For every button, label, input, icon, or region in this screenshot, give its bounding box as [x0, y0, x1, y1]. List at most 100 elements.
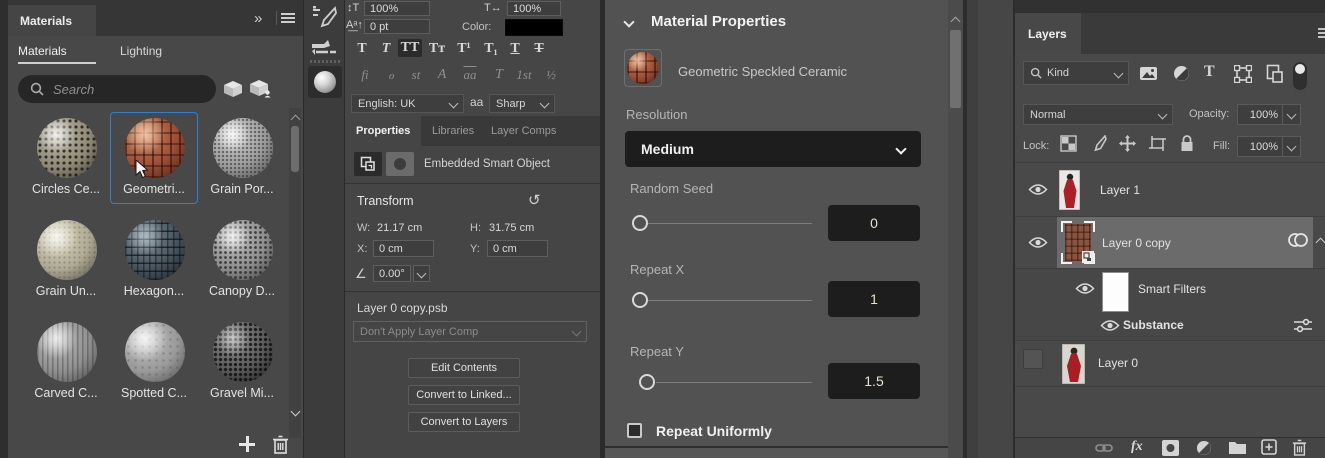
- layer-thumbnail[interactable]: [1062, 344, 1085, 384]
- random-seed-slider-track[interactable]: [648, 223, 812, 224]
- titling-alternates-button[interactable]: T: [491, 67, 507, 83]
- filter-type-layers-icon[interactable]: T: [1204, 63, 1215, 81]
- panel-menu-icon[interactable]: [281, 13, 295, 23]
- new-material-icon[interactable]: [249, 79, 272, 98]
- adjustment-layer-icon[interactable]: [1196, 440, 1212, 456]
- mask-type-button[interactable]: [386, 152, 414, 176]
- material-item[interactable]: Carved C...: [22, 316, 110, 408]
- angle-input[interactable]: 0.00°: [373, 265, 411, 282]
- opacity-input[interactable]: 100%: [1237, 104, 1283, 125]
- all-caps-button[interactable]: TT: [398, 39, 422, 57]
- add-mask-icon[interactable]: [1162, 440, 1179, 456]
- random-seed-slider-knob[interactable]: [632, 215, 648, 231]
- tab-properties[interactable]: Properties: [345, 116, 421, 146]
- material-item[interactable]: Spotted C...: [110, 316, 198, 408]
- horizontal-scale-input[interactable]: 100%: [507, 1, 561, 16]
- visibility-eye-icon[interactable]: [1100, 319, 1120, 332]
- repeat-uniformly-checkbox[interactable]: [627, 423, 642, 438]
- lock-pixels-brush-icon[interactable]: [1090, 135, 1107, 152]
- tab-lighting[interactable]: Lighting: [120, 44, 162, 58]
- strikethrough-button[interactable]: T: [530, 41, 548, 57]
- lock-artboard-icon[interactable]: [1148, 135, 1167, 152]
- repeat-x-slider-knob[interactable]: [632, 292, 648, 308]
- collapse-panel-icon[interactable]: »: [254, 10, 260, 27]
- tab-libraries[interactable]: Libraries: [421, 116, 485, 146]
- material-item[interactable]: Circles Ce...: [22, 112, 110, 204]
- material-preview-thumbnail[interactable]: [624, 49, 662, 87]
- ordinals-button[interactable]: 1st: [512, 67, 536, 83]
- layer-row-layer1[interactable]: Layer 1: [1015, 163, 1325, 216]
- underline-button[interactable]: T: [506, 41, 524, 57]
- swash-button[interactable]: A: [433, 67, 451, 83]
- layers-panel-menu-icon[interactable]: [1318, 28, 1325, 38]
- search-input[interactable]: Search: [18, 75, 216, 103]
- opacity-dropdown-button[interactable]: [1283, 104, 1301, 125]
- angle-dropdown-button[interactable]: [413, 265, 430, 282]
- layer-filter-kind-select[interactable]: Kind: [1023, 61, 1129, 85]
- filter-toggle[interactable]: [1293, 62, 1307, 90]
- y-input[interactable]: 0 cm: [487, 240, 548, 257]
- new-group-folder-icon[interactable]: [1228, 440, 1247, 455]
- lock-transparency-icon[interactable]: [1060, 135, 1077, 152]
- antialias-select[interactable]: Sharp: [489, 94, 555, 113]
- repeat-x-input[interactable]: 1: [828, 281, 920, 317]
- collapse-filters-icon[interactable]: [1316, 238, 1325, 248]
- new-layer-icon[interactable]: [1261, 439, 1277, 455]
- filter-adjustment-layers-icon[interactable]: [1173, 65, 1190, 82]
- repeat-y-slider-track[interactable]: [656, 382, 812, 383]
- filter-settings-sliders-icon[interactable]: [1293, 318, 1313, 333]
- superscript-button[interactable]: T¹: [453, 41, 475, 57]
- discretionary-ligatures-button[interactable]: st: [407, 67, 425, 83]
- language-select[interactable]: English: UK: [351, 94, 464, 113]
- vertical-scale-input[interactable]: 100%: [364, 1, 430, 16]
- small-caps-button[interactable]: Tᴛ: [426, 41, 448, 57]
- brush-settings-icon[interactable]: [311, 6, 337, 30]
- contextual-alternates-button[interactable]: ℴ: [383, 67, 399, 83]
- material-library-icon[interactable]: [222, 80, 244, 98]
- filter-smart-objects-icon[interactable]: [1266, 64, 1283, 83]
- subscript-button[interactable]: T₁: [480, 41, 502, 57]
- layer-style-fx-icon[interactable]: fx: [1131, 439, 1143, 455]
- substance-filter-row[interactable]: Substance: [1015, 313, 1325, 340]
- edit-contents-button[interactable]: Edit Contents: [408, 358, 520, 378]
- faux-italic-button[interactable]: T: [377, 41, 395, 57]
- random-seed-input[interactable]: 0: [828, 205, 920, 241]
- materials-dock-button[interactable]: [308, 66, 342, 98]
- repeat-y-slider-knob[interactable]: [639, 374, 655, 390]
- ligatures-button[interactable]: fi: [356, 67, 374, 83]
- stylistic-alternates-button[interactable]: aa: [458, 67, 482, 83]
- dock-grip[interactable]: [310, 60, 340, 63]
- layer-row-layer0[interactable]: Layer 0: [1015, 341, 1325, 386]
- add-material-button[interactable]: [238, 435, 256, 453]
- reset-transform-icon[interactable]: ↺: [528, 191, 541, 209]
- material-item[interactable]: Grain Un...: [22, 214, 110, 306]
- layers-panel-tab[interactable]: Layers: [1015, 13, 1081, 54]
- material-item-selected[interactable]: Geometri...: [110, 112, 198, 204]
- smart-filters-row[interactable]: Smart Filters: [1015, 269, 1325, 313]
- smart-filter-circles-icon[interactable]: [1287, 231, 1309, 249]
- fill-input[interactable]: 100%: [1237, 136, 1283, 157]
- filter-shape-layers-icon[interactable]: [1234, 65, 1252, 83]
- visibility-eye-icon[interactable]: [1075, 282, 1095, 295]
- material-item[interactable]: Hexagon...: [110, 214, 198, 306]
- filter-pixel-layers-icon[interactable]: [1139, 66, 1158, 81]
- layer-row-layer0copy-selected[interactable]: Layer 0 copy: [1015, 217, 1325, 268]
- repeat-y-input[interactable]: 1.5: [828, 363, 920, 399]
- brushes-panel-icon[interactable]: [310, 38, 338, 60]
- layer-thumbnail[interactable]: [1059, 170, 1080, 210]
- faux-bold-button[interactable]: T: [353, 41, 371, 57]
- text-color-swatch[interactable]: [505, 19, 563, 36]
- visibility-eye-icon[interactable]: [1028, 183, 1048, 196]
- visibility-checkbox-hidden[interactable]: [1023, 349, 1043, 369]
- smart-object-thumbnail[interactable]: [1061, 221, 1095, 264]
- link-layers-icon[interactable]: [1095, 442, 1113, 454]
- lock-all-icon[interactable]: [1180, 134, 1194, 152]
- convert-to-layers-button[interactable]: Convert to Layers: [408, 412, 520, 432]
- convert-to-linked-button[interactable]: Convert to Linked...: [408, 385, 520, 405]
- tab-layer-comps[interactable]: Layer Comps: [480, 116, 567, 146]
- delete-material-icon[interactable]: [272, 435, 289, 454]
- materials-scrollbar-thumb[interactable]: [291, 126, 299, 172]
- scrollbar-thumb[interactable]: [950, 30, 961, 108]
- fill-dropdown-button[interactable]: [1283, 136, 1301, 157]
- material-item[interactable]: Canopy D...: [198, 214, 286, 306]
